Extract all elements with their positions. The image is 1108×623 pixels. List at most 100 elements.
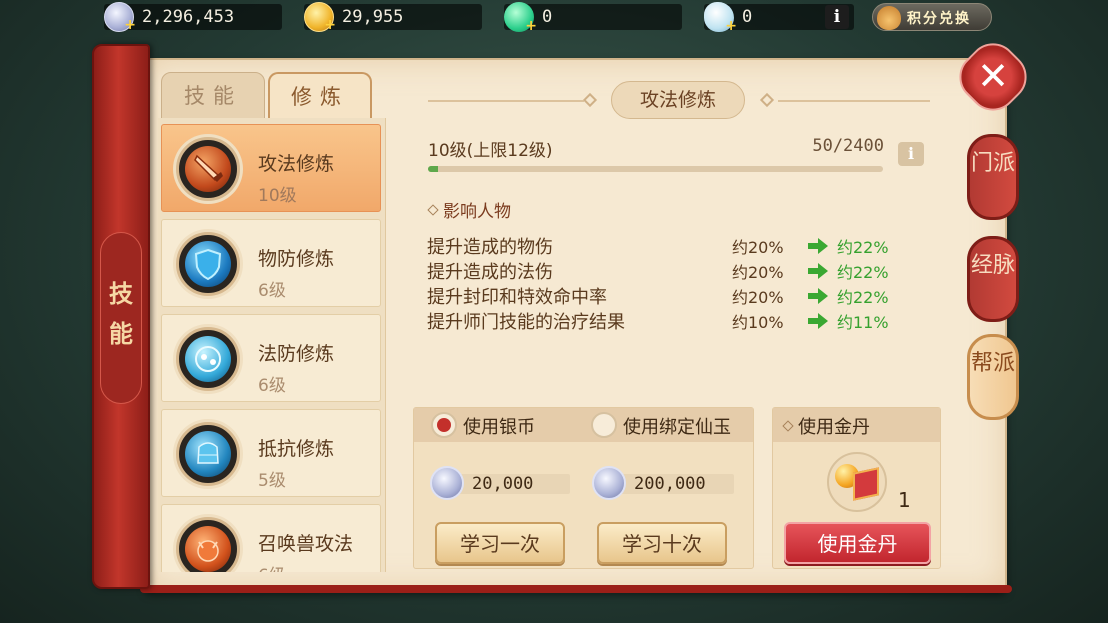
stat-row: 提升封印和特效命中率 约20% 约22% xyxy=(427,283,897,309)
armor-icon-frame xyxy=(176,422,240,486)
golden-pill-item[interactable] xyxy=(827,452,887,512)
sword-icon-frame xyxy=(176,137,240,201)
stat-next: 约22% xyxy=(837,263,889,282)
list-item-name: 攻法修炼 xyxy=(258,153,335,175)
tab-sect[interactable]: 门派 xyxy=(967,134,1019,220)
exp-progress-fill xyxy=(428,166,438,172)
tab-meridian[interactable]: 经脉 xyxy=(967,236,1019,322)
silver-coin-icon: + xyxy=(104,2,136,33)
list-item-resistance[interactable]: 抵抗修炼 5级 xyxy=(161,409,381,497)
silver-coin-icon xyxy=(592,466,626,500)
diamond-icon xyxy=(782,420,794,432)
cloud-points-amount: 0 xyxy=(742,7,753,27)
exp-progress-bar xyxy=(428,166,883,172)
side-title: 技能 xyxy=(109,280,133,348)
gold-coin-icon: + xyxy=(304,2,336,33)
use-jade-radio[interactable] xyxy=(591,412,617,438)
jindan-title-text: 使用金丹 xyxy=(798,417,870,438)
points-exchange-label: 积分兑换 xyxy=(907,11,971,27)
silver-coin-display[interactable]: + 2,296,453 xyxy=(104,2,282,33)
sword-icon xyxy=(185,146,231,192)
stat-label: 提升造成的法伤 xyxy=(427,262,553,283)
learn-ten-button[interactable]: 学习十次 xyxy=(597,522,727,564)
close-icon: ✕ xyxy=(977,54,1009,98)
list-item-level: 5级 xyxy=(258,471,286,491)
jindan-title: 使用金丹 xyxy=(782,413,870,439)
stat-label: 提升造成的物伤 xyxy=(427,237,553,258)
arrow-right-icon xyxy=(808,288,828,304)
magic-orb-icon-frame xyxy=(176,327,240,391)
magic-orb-icon xyxy=(185,336,231,382)
list-item-level: 10级 xyxy=(258,186,297,206)
tab-guild[interactable]: 帮派 xyxy=(967,334,1019,420)
stat-current: 约20% xyxy=(732,238,784,257)
jindan-count: 1 xyxy=(898,488,911,512)
shield-icon-frame xyxy=(176,232,240,296)
use-jade-label: 使用绑定仙玉 xyxy=(623,417,731,438)
info-icon[interactable]: i xyxy=(825,5,849,29)
detail-title: 攻法修炼 xyxy=(611,81,745,119)
silver-amount: 2,296,453 xyxy=(142,7,235,27)
stat-row: 提升造成的物伤 约20% 约22% xyxy=(427,233,897,259)
stat-row: 提升师门技能的治疗结果 约10% 约11% xyxy=(427,308,897,334)
header-divider-left xyxy=(428,100,584,102)
cloud-points-icon: + xyxy=(704,2,737,34)
list-item-magic-defense[interactable]: 法防修炼 6级 xyxy=(161,314,381,402)
list-item-level: 6级 xyxy=(258,561,286,572)
armor-icon xyxy=(185,431,231,477)
tab-skill[interactable]: 技能 xyxy=(161,72,265,120)
section-title-text: 影响人物 xyxy=(443,202,511,222)
list-item-level: 6级 xyxy=(258,376,286,396)
stat-next: 约11% xyxy=(837,313,889,332)
cost-ten: 200,000 xyxy=(592,466,734,500)
tab-cultivation[interactable]: 修炼 xyxy=(268,72,372,120)
gold-coin-display[interactable]: + 29,955 xyxy=(304,2,482,33)
list-item-name: 召唤兽攻法 xyxy=(258,533,354,555)
shield-icon xyxy=(185,241,231,287)
close-button[interactable]: ✕ xyxy=(949,33,1037,121)
learn-once-button[interactable]: 学习一次 xyxy=(435,522,565,564)
list-item-name: 法防修炼 xyxy=(258,343,335,365)
stat-next: 约22% xyxy=(837,238,889,257)
silver-coin-icon xyxy=(430,466,464,500)
green-points-display[interactable]: + 0 xyxy=(504,2,682,34)
gold-amount: 29,955 xyxy=(342,7,404,27)
cost-once-value: 20,000 xyxy=(472,474,534,494)
currency-bar: + 2,296,453 + 29,955 + 0 + 0 i 积分兑换 xyxy=(0,0,1108,34)
list-item-physical-defense[interactable]: 物防修炼 6级 xyxy=(161,219,381,307)
arrow-right-icon xyxy=(808,238,828,254)
list-item-name: 抵抗修炼 xyxy=(258,438,335,460)
arrow-right-icon xyxy=(808,263,828,279)
arrow-right-icon xyxy=(808,313,828,329)
use-silver-label: 使用银币 xyxy=(463,417,535,438)
section-title: 影响人物 xyxy=(427,197,511,222)
cost-once: 20,000 xyxy=(430,466,570,500)
stat-label: 提升师门技能的治疗结果 xyxy=(427,312,625,333)
money-bag-icon xyxy=(877,6,901,30)
info-icon[interactable]: i xyxy=(898,142,924,166)
stat-next: 约22% xyxy=(837,288,889,307)
stat-row: 提升造成的法伤 约20% 约22% xyxy=(427,258,897,284)
list-item-level: 6级 xyxy=(258,281,286,301)
exp-text: 50/2400 xyxy=(812,136,884,156)
stat-current: 约20% xyxy=(732,288,784,307)
stat-label: 提升封印和特效命中率 xyxy=(427,287,607,308)
pill-box-icon xyxy=(853,467,879,501)
points-exchange-button[interactable]: 积分兑换 xyxy=(872,3,992,31)
cost-ten-value: 200,000 xyxy=(634,474,706,494)
stat-current: 约10% xyxy=(732,313,784,332)
list-item-pet-attack[interactable]: 召唤兽攻法 6级 xyxy=(161,504,381,572)
diamond-icon xyxy=(427,204,439,216)
use-jindan-button[interactable]: 使用金丹 xyxy=(784,522,931,564)
pet-icon-frame xyxy=(176,517,240,572)
cultivation-list[interactable]: 攻法修炼 10级 物防修炼 6级 法防修炼 6级 抵抗修炼 5级 召唤兽攻法 xyxy=(158,118,386,572)
header-divider-right xyxy=(778,100,930,102)
panel-bottom-edge xyxy=(140,585,1012,593)
refresh-points-icon: + xyxy=(504,2,537,34)
stat-current: 约20% xyxy=(732,263,784,282)
green-points-amount: 0 xyxy=(542,7,553,27)
level-text: 10级(上限12级) xyxy=(428,141,553,161)
use-silver-radio[interactable] xyxy=(431,412,457,438)
list-item-attack[interactable]: 攻法修炼 10级 xyxy=(161,124,381,212)
list-item-name: 物防修炼 xyxy=(258,248,335,270)
